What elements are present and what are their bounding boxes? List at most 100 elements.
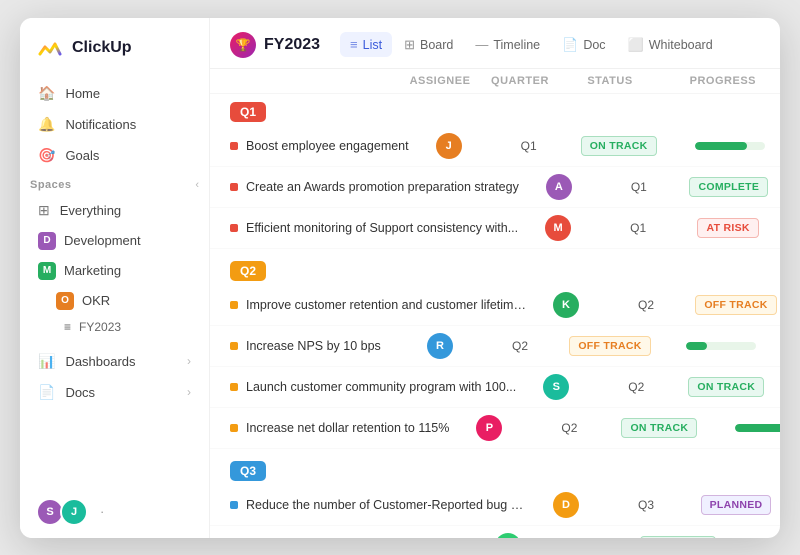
status-badge: ON TRACK — [640, 536, 716, 538]
task-bullet — [230, 301, 238, 309]
grid-icon: ⊞ — [38, 202, 50, 219]
q3-section: Q3 Reduce the number of Customer-Reporte… — [210, 453, 780, 538]
avatar: R — [427, 333, 453, 359]
status-badge: ON TRACK — [688, 377, 764, 397]
avatar-ellipsis: · — [100, 504, 104, 519]
task-name: Reduce the number of Customer-Reported b… — [246, 498, 526, 512]
table-row[interactable]: Boost employee engagement J Q1 ON TRACK — [210, 126, 780, 167]
tab-list[interactable]: ≡ List — [340, 32, 392, 57]
sidebar-item-okr[interactable]: O OKR — [28, 286, 201, 316]
tab-whiteboard[interactable]: ⬜ Whiteboard — [618, 32, 723, 58]
sidebar-item-marketing[interactable]: M Marketing — [28, 256, 201, 286]
table-header: ASSIGNEE QUARTER STATUS PROGRESS — [210, 69, 780, 94]
col-task — [230, 75, 400, 87]
quarter-value: Q1 — [489, 139, 569, 153]
sidebar-item-fy2023[interactable]: ≡ FY2023 — [28, 316, 201, 338]
task-bullet — [230, 424, 238, 432]
table-row[interactable]: Create manager development programs L Q3… — [210, 526, 780, 538]
tab-doc[interactable]: 📄 Doc — [552, 32, 615, 58]
task-name: Improve customer retention and customer … — [246, 298, 526, 312]
sidebar-nav: 🏠 Home 🔔 Notifications 🎯 Goals — [20, 78, 209, 171]
docs-label: Docs — [65, 385, 95, 400]
sidebar-item-docs[interactable]: 📄 Docs › — [28, 377, 201, 408]
avatar: S — [543, 374, 569, 400]
table-row[interactable]: Launch customer community program with 1… — [210, 367, 780, 408]
dashboard-icon: 📊 — [38, 353, 55, 370]
task-name: Increase net dollar retention to 115% — [246, 421, 449, 435]
task-bullet — [230, 224, 238, 232]
doc-tab-label: Doc — [583, 38, 605, 52]
spaces-chevron-icon[interactable]: ‹ — [195, 179, 199, 191]
tab-timeline[interactable]: — Timeline — [465, 32, 550, 57]
marketing-dot: M — [38, 262, 56, 280]
sidebar-item-home[interactable]: 🏠 Home — [28, 78, 201, 109]
task-bullet — [230, 142, 238, 150]
whiteboard-tab-icon: ⬜ — [628, 37, 644, 53]
list-tab-label: List — [363, 38, 382, 52]
sidebar-item-development[interactable]: D Development — [28, 226, 201, 256]
col-progress: PROGRESS — [660, 75, 760, 87]
fy2023-icon: ≡ — [64, 320, 71, 334]
progress-bar — [735, 424, 780, 432]
sidebar-item-goals[interactable]: 🎯 Goals — [28, 140, 201, 171]
dashboards-chevron-icon: › — [187, 354, 191, 368]
board-tab-label: Board — [420, 38, 453, 52]
progress-bar — [695, 142, 765, 150]
avatar: D — [553, 492, 579, 518]
okr-dot: O — [56, 292, 74, 310]
progress-bar — [686, 342, 756, 350]
quarter-value: Q2 — [606, 298, 686, 312]
sidebar-item-everything[interactable]: ⊞ Everything — [28, 195, 201, 226]
status-badge: ON TRACK — [621, 418, 697, 438]
goals-icon: 🎯 — [38, 147, 55, 164]
task-name: Increase NPS by 10 bps — [246, 339, 381, 353]
app-window: ClickUp 🏠 Home 🔔 Notifications 🎯 Goals S… — [20, 18, 780, 538]
col-quarter: QUARTER — [480, 75, 560, 87]
fy2023-label: FY2023 — [79, 320, 121, 334]
task-name: Launch customer community program with 1… — [246, 380, 516, 394]
home-icon: 🏠 — [38, 85, 55, 102]
logo-area: ClickUp — [20, 34, 209, 78]
quarter-value: Q2 — [480, 339, 560, 353]
quarter-value: Q2 — [529, 421, 609, 435]
spaces-label: Spaces — [30, 179, 72, 191]
col-assignee: ASSIGNEE — [400, 75, 480, 87]
header-tabs: ≡ List ⊞ Board — Timeline 📄 Doc ⬜ Whi — [340, 32, 723, 58]
everything-label: Everything — [60, 203, 121, 218]
board-tab-icon: ⊞ — [404, 37, 415, 53]
page-title: FY2023 — [264, 36, 320, 54]
task-name: Efficient monitoring of Support consiste… — [246, 221, 518, 235]
spaces-section: Spaces ‹ — [20, 171, 209, 195]
app-name: ClickUp — [72, 39, 132, 57]
clickup-logo-icon — [36, 34, 64, 62]
notifications-label: Notifications — [65, 117, 136, 132]
avatar-user2[interactable]: J — [60, 498, 88, 526]
table-row[interactable]: Create an Awards promotion preparation s… — [210, 167, 780, 208]
q1-label: Q1 — [230, 102, 266, 122]
table-row[interactable]: Increase NPS by 10 bps R Q2 OFF TRACK — [210, 326, 780, 367]
table-row[interactable]: Improve customer retention and customer … — [210, 285, 780, 326]
quarter-value: Q2 — [596, 380, 676, 394]
development-dot: D — [38, 232, 56, 250]
status-badge: PLANNED — [701, 495, 772, 515]
status-badge: ON TRACK — [581, 136, 657, 156]
q1-section: Q1 Boost employee engagement J Q1 ON TRA… — [210, 94, 780, 249]
fy2023-header-icon: 🏆 — [230, 32, 256, 58]
sidebar-item-notifications[interactable]: 🔔 Notifications — [28, 109, 201, 140]
q3-label: Q3 — [230, 461, 266, 481]
main-header: 🏆 FY2023 ≡ List ⊞ Board — Timeline 📄 — [210, 18, 780, 69]
okr-label: OKR — [82, 293, 110, 308]
q2-label: Q2 — [230, 261, 266, 281]
main-content: 🏆 FY2023 ≡ List ⊞ Board — Timeline 📄 — [210, 18, 780, 538]
spaces-nav: ⊞ Everything D Development M Marketing O… — [20, 195, 209, 338]
sidebar-item-dashboards[interactable]: 📊 Dashboards › — [28, 346, 201, 377]
status-badge: AT RISK — [697, 218, 758, 238]
avatar: J — [436, 133, 462, 159]
avatar: P — [476, 415, 502, 441]
task-bullet — [230, 501, 238, 509]
table-row[interactable]: Reduce the number of Customer-Reported b… — [210, 485, 780, 526]
table-row[interactable]: Efficient monitoring of Support consiste… — [210, 208, 780, 249]
table-row[interactable]: Increase net dollar retention to 115% P … — [210, 408, 780, 449]
sidebar-avatar-area: S J · — [20, 486, 209, 538]
tab-board[interactable]: ⊞ Board — [394, 32, 463, 58]
